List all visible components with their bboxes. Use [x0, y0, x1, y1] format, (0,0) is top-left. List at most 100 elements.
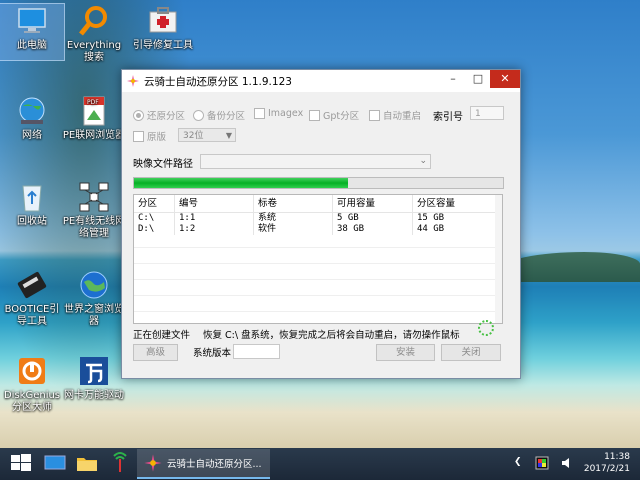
- grid-line: [134, 263, 496, 264]
- desktop-icon-network[interactable]: 网络: [0, 94, 64, 142]
- wan-driver-icon: [77, 354, 111, 388]
- version-row: 原版 32位 ▼: [133, 128, 513, 144]
- computer-icon: [15, 4, 49, 38]
- status-text: 正在创建文件: [133, 330, 191, 341]
- loading-spinner-icon: [478, 320, 494, 336]
- grid-line: [134, 311, 496, 312]
- desktop-icon-network-manager[interactable]: PE有线无线网络管理: [62, 180, 126, 240]
- toolbox-icon: [146, 4, 180, 38]
- taskbar-network-tool-button[interactable]: [108, 450, 134, 478]
- close-button[interactable]: 关闭: [441, 344, 501, 361]
- boot-disk-icon: [15, 268, 49, 302]
- image-path-select[interactable]: ⌄: [200, 154, 431, 169]
- image-path-row: 映像文件路径 ⌄: [133, 154, 513, 170]
- desktop-icon-bootice[interactable]: BOOTICE引导工具: [0, 268, 64, 328]
- magnifier-icon: [77, 4, 111, 38]
- progress-bar: [133, 177, 504, 189]
- monitor-icon: [44, 455, 66, 470]
- chevron-down-icon: ▼: [225, 131, 232, 140]
- table-cell: 系统: [254, 213, 333, 224]
- recycle-bin-icon: [15, 180, 49, 214]
- minimize-button[interactable]: –: [441, 70, 465, 88]
- bits-select[interactable]: 32位 ▼: [178, 128, 236, 142]
- chevron-down-icon: ⌄: [419, 156, 427, 166]
- column-header[interactable]: 分区容量: [413, 195, 496, 212]
- windows-logo-icon: [11, 454, 31, 471]
- table-scrollbar[interactable]: [495, 194, 503, 324]
- imagex-checkbox[interactable]: Imagex: [254, 108, 303, 119]
- taskbar-task-restore[interactable]: 云骑士自动还原分区...: [137, 449, 270, 479]
- taskbar-desktop-button[interactable]: [42, 450, 72, 478]
- status-line: 正在创建文件 恢复 C:\ 盘系统，恢复完成之后将会自动重启，请勿操作鼠标: [133, 327, 503, 341]
- world-globe-icon: [77, 268, 111, 302]
- svg-text:PDF: PDF: [87, 99, 99, 106]
- backup-partition-radio[interactable]: 备份分区: [193, 108, 245, 122]
- desktop-icon-this-pc[interactable]: 此电脑: [0, 3, 65, 61]
- gpt-partition-checkbox[interactable]: Gpt分区: [309, 108, 359, 122]
- table-cell: 44 GB: [413, 224, 496, 235]
- app-logo-icon: [144, 454, 162, 472]
- auto-restart-checkbox[interactable]: 自动重启: [369, 108, 421, 122]
- column-header[interactable]: 编号: [175, 195, 254, 212]
- column-header[interactable]: 可用容量: [333, 195, 413, 212]
- start-button[interactable]: [8, 450, 38, 478]
- advanced-button[interactable]: 高级: [133, 344, 178, 361]
- grid-line: [134, 279, 496, 280]
- clock-date: 2017/2/21: [583, 464, 630, 474]
- desktop-icon-pe-browser[interactable]: PDF PE联网浏览器: [62, 94, 126, 142]
- table-cell: 软件: [254, 224, 333, 235]
- window-title: 云骑士自动还原分区 1.1.9.123: [144, 75, 292, 88]
- desktop-icon-world-browser[interactable]: 世界之窗浏览器: [62, 268, 126, 328]
- pdf-document-icon: PDF: [77, 94, 111, 128]
- tray-chevron-icon[interactable]: ❮: [514, 457, 522, 489]
- status-detail: 恢复 C:\ 盘系统，恢复完成之后将会自动重启，请勿操作鼠标: [203, 330, 460, 341]
- table-cell: 1:1: [175, 213, 254, 224]
- antenna-icon: [113, 452, 127, 472]
- restore-partition-window[interactable]: 云骑士自动还原分区 1.1.9.123 – □ ✕ 还原分区 备份分区 Imag…: [121, 69, 521, 379]
- desktop-icon-everything[interactable]: Everything搜索: [62, 4, 126, 64]
- options-row: 还原分区 备份分区 Imagex Gpt分区 自动重启 索引号 1: [133, 106, 513, 124]
- table-header: 分区 编号 标卷 可用容量 分区容量: [134, 195, 496, 213]
- table-cell: C:\: [134, 213, 175, 224]
- grid-line: [134, 295, 496, 296]
- taskbar-clock[interactable]: 11:38 2017/2/21: [584, 451, 630, 475]
- table-cell: 38 GB: [333, 224, 413, 235]
- table-row[interactable]: C:\ 1:1 系统 5 GB 15 GB: [134, 213, 496, 224]
- image-path-label: 映像文件路径: [133, 159, 193, 170]
- close-window-button[interactable]: ✕: [490, 70, 520, 88]
- column-header[interactable]: 分区: [134, 195, 175, 212]
- diskgenius-icon: [15, 354, 49, 388]
- original-checkbox[interactable]: 原版: [133, 129, 166, 143]
- folder-icon: [77, 458, 97, 471]
- table-row[interactable]: D:\ 1:2 软件 38 GB 44 GB: [134, 224, 496, 235]
- index-input[interactable]: 1: [470, 106, 504, 120]
- table-cell: D:\: [134, 224, 175, 235]
- taskbar: 云骑士自动还原分区... ❮ 11:38 2017/2/21: [0, 448, 640, 480]
- desktop-icon-diskgenius[interactable]: DiskGenius分区大师: [0, 354, 64, 414]
- system-version-input[interactable]: [233, 344, 280, 359]
- partition-table[interactable]: 分区 编号 标卷 可用容量 分区容量 C:\ 1:1 系统 5 GB 15 GB…: [133, 194, 497, 324]
- table-cell: 5 GB: [333, 213, 413, 224]
- task-label: 云骑士自动还原分区...: [167, 459, 262, 470]
- wallpaper-mountain: [500, 252, 640, 282]
- index-label: 索引号: [433, 112, 463, 123]
- clock-time: 11:38: [604, 452, 630, 462]
- window-titlebar[interactable]: 云骑士自动还原分区 1.1.9.123 – □ ✕: [122, 70, 520, 92]
- desktop-icon-boot-repair[interactable]: 引导修复工具: [128, 4, 198, 52]
- network-nodes-icon: [77, 180, 111, 214]
- restore-partition-radio[interactable]: 还原分区: [133, 108, 185, 122]
- desktop-icon-recycle-bin[interactable]: 回收站: [0, 180, 64, 228]
- taskbar-explorer-button[interactable]: [74, 450, 104, 478]
- button-row: 高级 系统版本 安装 关闭: [133, 344, 503, 361]
- table-cell: 1:2: [175, 224, 254, 235]
- column-header[interactable]: 标卷: [254, 195, 333, 212]
- globe-icon: [15, 94, 49, 128]
- volume-icon[interactable]: [560, 456, 574, 488]
- app-logo-icon: [127, 75, 139, 87]
- tray-app-icon[interactable]: [535, 456, 549, 488]
- system-version-label: 系统版本: [193, 348, 232, 359]
- install-button[interactable]: 安装: [376, 344, 435, 361]
- desktop-icon-nic-driver[interactable]: 网卡万能驱动: [62, 354, 126, 402]
- maximize-button[interactable]: □: [466, 70, 490, 88]
- grid-line: [134, 247, 496, 248]
